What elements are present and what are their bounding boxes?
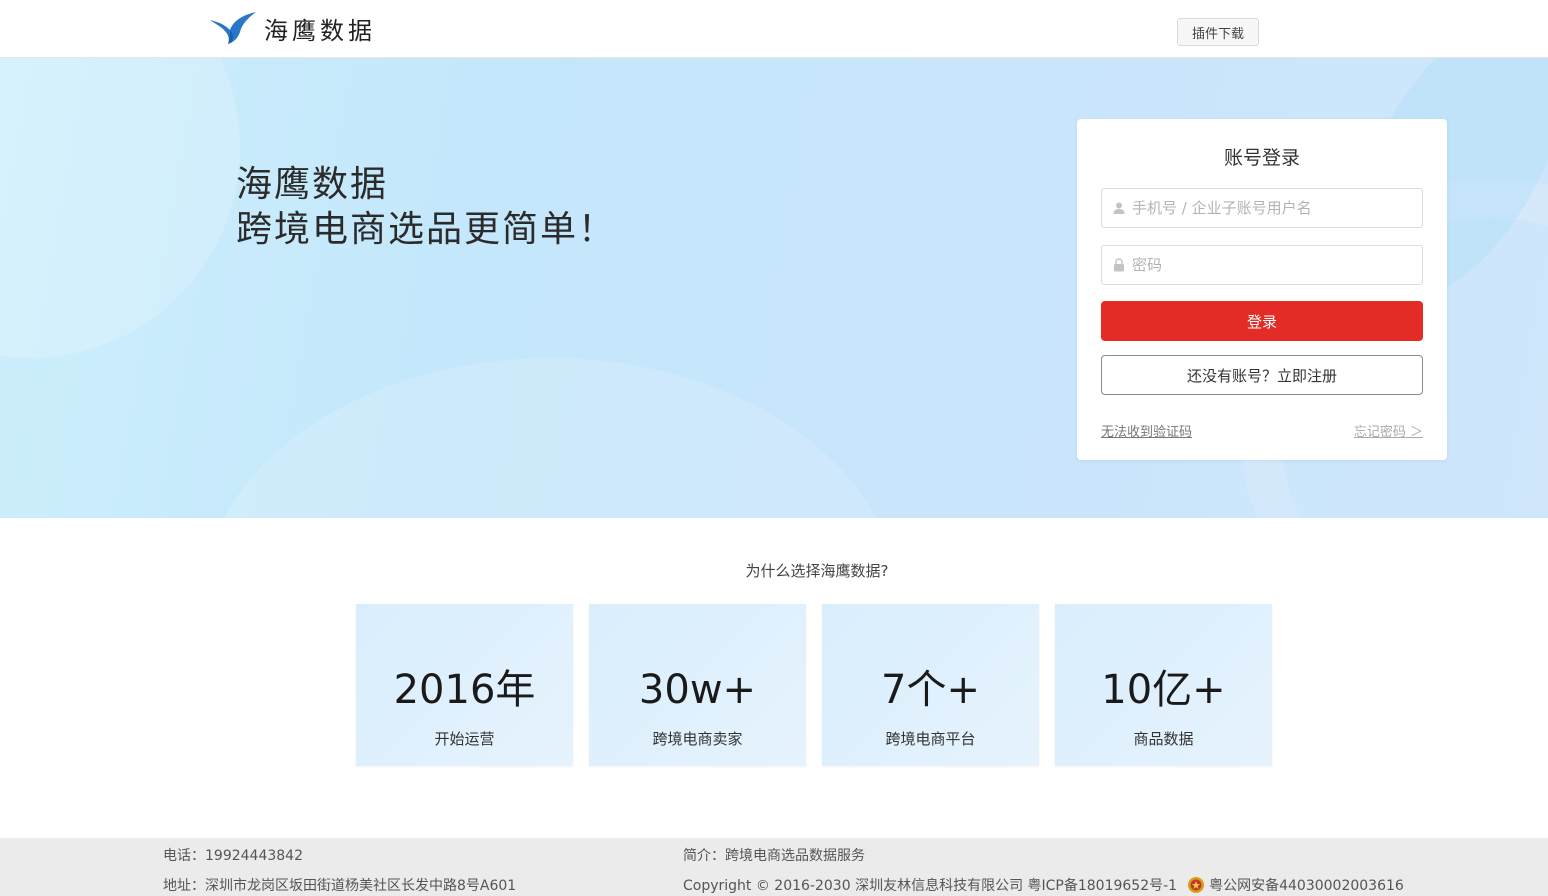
hero-headline: 海鹰数据 跨境电商选品更简单！ [236, 162, 616, 252]
password-field[interactable] [1101, 245, 1423, 285]
brand-name: 海鹰数据 [264, 16, 376, 45]
plugin-download-button[interactable]: 插件下载 [1177, 18, 1259, 46]
footer-police-record-link[interactable]: 粤公网安备44030002003616 [1209, 875, 1404, 895]
username-field[interactable] [1101, 188, 1423, 228]
hero-line-1: 海鹰数据 [236, 164, 389, 205]
register-button[interactable]: 还没有账号？立即注册 [1101, 355, 1423, 395]
footer-phone: 电话：19924443842 [163, 848, 303, 864]
top-header: 海鹰数据 插件下载 [0, 0, 1548, 58]
stat-value: 2016年 [393, 667, 536, 713]
stat-label: 商品数据 [1133, 730, 1194, 748]
password-input[interactable] [1132, 256, 1412, 274]
footer-copyright: Copyright © 2016-2030 深圳友林信息科技有限公司 粤ICP备… [683, 878, 1178, 894]
page-footer: 电话：19924443842 地址：深圳市龙岗区坂田街道杨美社区长发中路8号A6… [0, 838, 1548, 896]
stat-label: 开始运营 [434, 730, 495, 748]
user-icon [1113, 202, 1125, 214]
stat-card: 10亿+ 商品数据 [1055, 604, 1272, 766]
hero-line-2: 跨境电商选品更简单！ [236, 209, 617, 250]
login-button[interactable]: 登录 [1101, 301, 1423, 341]
stat-card: 30w+ 跨境电商卖家 [589, 604, 806, 766]
police-badge-icon [1188, 877, 1205, 893]
login-title: 账号登录 [1223, 147, 1300, 169]
footer-intro: 简介：跨境电商选品数据服务 [683, 848, 865, 864]
username-input[interactable] [1132, 199, 1412, 217]
login-card: 账号登录 登录 还没有账号？立即注册 无法收到验证码 忘记密码 ＞ [1077, 119, 1447, 460]
stat-label: 跨境电商平台 [885, 730, 976, 748]
brand-logo[interactable]: 海鹰数据 [208, 10, 376, 46]
stat-value: 10亿+ [1101, 667, 1226, 713]
footer-copyright-row: Copyright © 2016-2030 深圳友林信息科技有限公司 粤ICP备… [683, 875, 1404, 895]
footer-address: 地址：深圳市龙岗区坂田街道杨美社区长发中路8号A601 [163, 878, 517, 894]
stat-value: 7个+ [881, 667, 980, 713]
stat-card: 2016年 开始运营 [356, 604, 573, 766]
eagle-logo-icon [210, 12, 256, 44]
lock-icon [1114, 258, 1124, 272]
stat-label: 跨境电商卖家 [652, 730, 743, 748]
why-choose-title: 为什么选择海鹰数据? [745, 562, 889, 580]
no-verification-code-link[interactable]: 无法收到验证码 [1101, 421, 1192, 440]
stat-value: 30w+ [638, 667, 757, 713]
hero-decoration [200, 358, 900, 518]
stat-card: 7个+ 跨境电商平台 [822, 604, 1039, 766]
forgot-password-link[interactable]: 忘记密码 ＞ [1354, 421, 1423, 440]
hero-decoration [0, 58, 240, 358]
